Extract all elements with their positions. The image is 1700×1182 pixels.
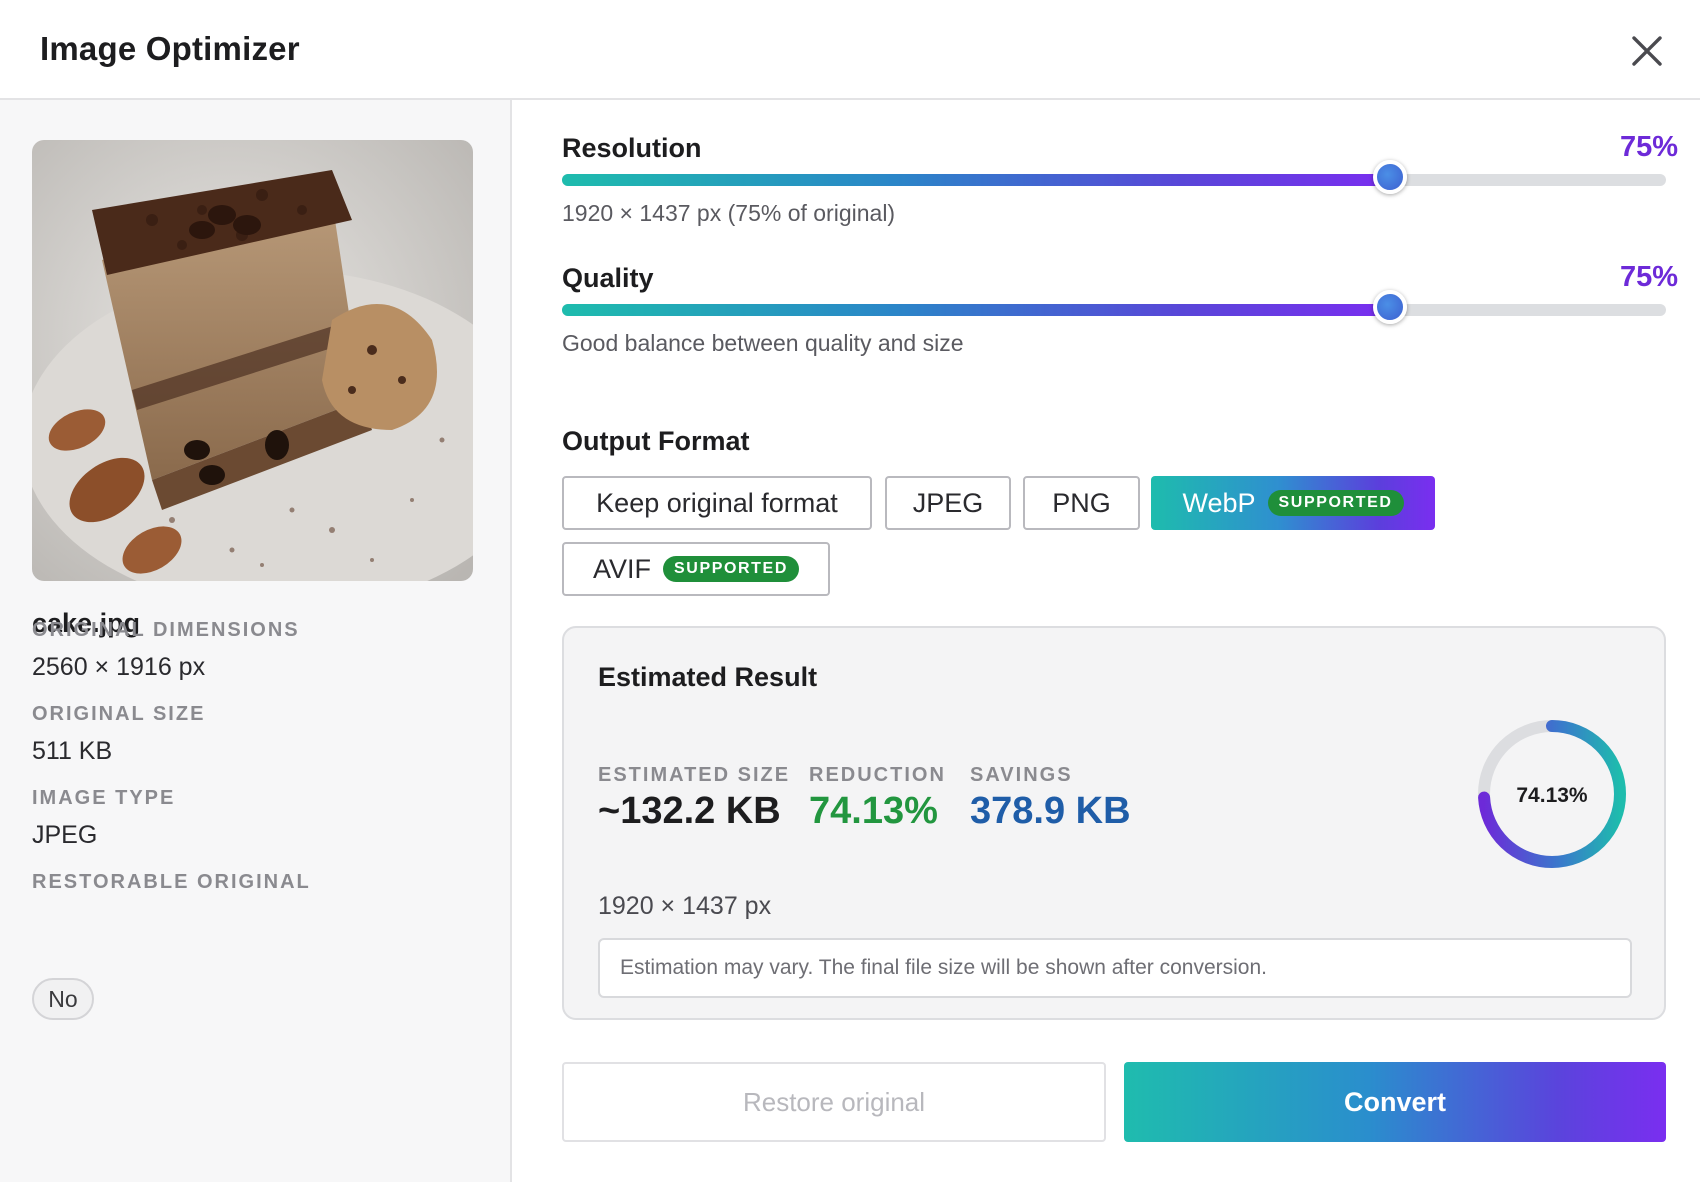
quality-slider[interactable] xyxy=(562,290,1666,324)
format-option-label: PNG xyxy=(1052,487,1111,518)
savings-value: 378.9 KB xyxy=(970,790,1131,832)
quality-value: 75% xyxy=(1619,261,1678,293)
convert-button[interactable]: Convert xyxy=(1124,1062,1666,1142)
format-option-label: JPEG xyxy=(912,487,984,518)
format-option-label: AVIF xyxy=(593,553,652,584)
restore-original-button[interactable]: Restore original xyxy=(562,1062,1106,1142)
format-option-png[interactable]: PNG xyxy=(1023,476,1140,530)
savings-label: SAVINGS xyxy=(970,764,1073,786)
original-dimensions-value: 2560 × 1916 px xyxy=(32,653,206,681)
dialog-header: Image Optimizer xyxy=(0,0,1700,100)
image-preview xyxy=(32,140,473,581)
estimated-dimensions: 1920 × 1437 px xyxy=(598,892,772,920)
output-format-title: Output Format xyxy=(562,426,750,456)
quality-slider-thumb[interactable] xyxy=(1373,290,1407,324)
estimated-result-card: Estimated Result ESTIMATED SIZE ~132.2 K… xyxy=(562,626,1666,1020)
reduction-value: 74.13% xyxy=(809,790,938,832)
dialog-title: Image Optimizer xyxy=(40,30,300,67)
resolution-value: 75% xyxy=(1619,131,1678,163)
reduction-ring-label: 74.13% xyxy=(1516,784,1588,807)
quality-help: Good balance between quality and size xyxy=(562,330,964,356)
reduction-ring-chart: 74.13% xyxy=(1478,720,1626,868)
resolution-slider[interactable] xyxy=(562,160,1666,194)
resolution-help: 1920 × 1437 px (75% of original) xyxy=(562,200,896,226)
supported-badge: SUPPORTED xyxy=(1267,490,1404,516)
format-option-avif[interactable]: AVIF SUPPORTED xyxy=(562,542,830,596)
settings-panel: Resolution 75% 1920 × 1437 px (75% of or… xyxy=(514,100,1700,1182)
estimated-size-label: ESTIMATED SIZE xyxy=(598,764,791,786)
format-option-label: Keep original format xyxy=(596,487,838,518)
quality-label: Quality xyxy=(562,263,654,293)
estimation-note: Estimation may vary. The final file size… xyxy=(598,938,1632,998)
estimated-size-value: ~132.2 KB xyxy=(598,790,781,832)
original-dimensions-label: ORIGINAL DIMENSIONS xyxy=(32,619,300,641)
resolution-slider-fill xyxy=(562,174,1390,186)
restorable-original-label: RESTORABLE ORIGINAL xyxy=(32,871,311,893)
supported-badge: SUPPORTED xyxy=(663,556,799,582)
original-size-value: 511 KB xyxy=(32,737,113,765)
close-icon[interactable] xyxy=(1626,30,1668,72)
quality-slider-fill xyxy=(562,304,1390,316)
format-option-label: WebP xyxy=(1182,487,1256,518)
resolution-label: Resolution xyxy=(562,133,702,163)
estimated-result-title: Estimated Result xyxy=(598,662,818,692)
image-type-value: JPEG xyxy=(32,821,98,849)
image-type-label: IMAGE TYPE xyxy=(32,787,176,809)
original-size-label: ORIGINAL SIZE xyxy=(32,703,206,725)
resolution-slider-thumb[interactable] xyxy=(1373,160,1407,194)
reduction-label: REDUCTION xyxy=(809,764,946,786)
restorable-original-badge: No xyxy=(32,978,94,1020)
image-optimizer-dialog: Image Optimizer cake.jpg ORIGINAL DIMENS… xyxy=(0,0,1700,1182)
format-option-jpeg[interactable]: JPEG xyxy=(885,476,1011,530)
format-option-webp[interactable]: WebP SUPPORTED xyxy=(1151,476,1435,530)
format-option-keep-original[interactable]: Keep original format xyxy=(562,476,872,530)
image-info-panel: cake.jpg ORIGINAL DIMENSIONS 2560 × 1916… xyxy=(0,100,512,1182)
